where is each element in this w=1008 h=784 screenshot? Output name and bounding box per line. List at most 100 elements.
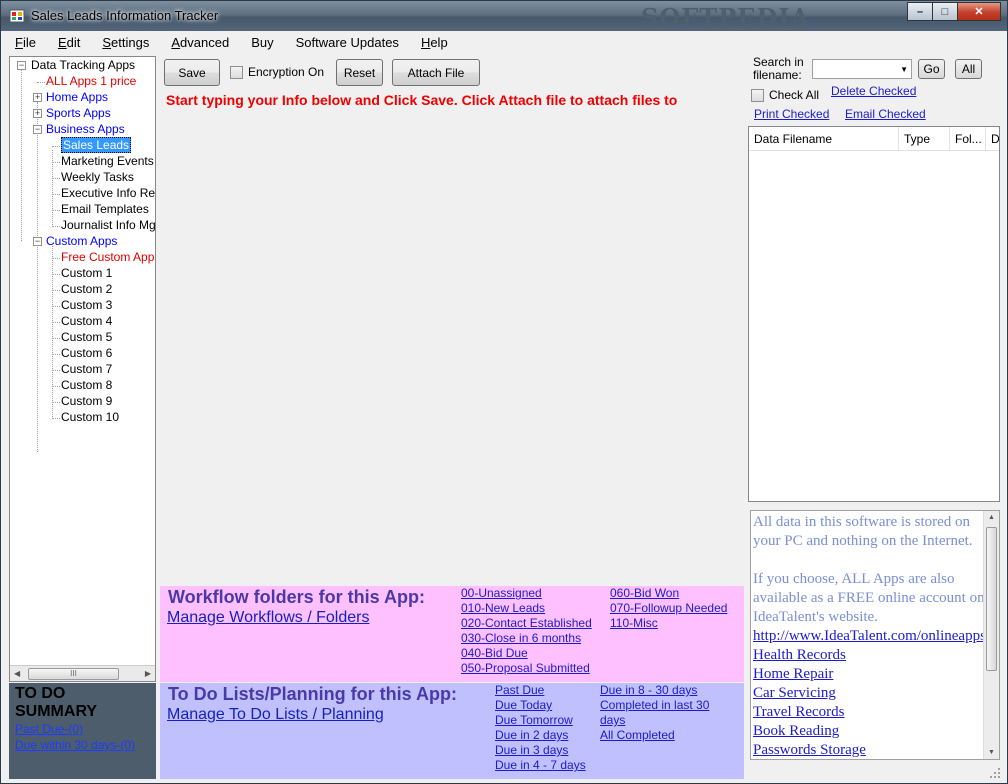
scroll-thumb[interactable]: III [28, 668, 119, 680]
resize-grip-icon[interactable] [989, 767, 1001, 779]
tree-item-business-apps[interactable]: Business Apps [46, 121, 125, 137]
scroll-up-icon[interactable]: ▲ [988, 514, 995, 521]
menu-help[interactable]: Help [408, 32, 457, 54]
print-checked-link[interactable]: Print Checked [754, 107, 829, 121]
tree-item-sales-leads[interactable]: Sales Leads [61, 137, 132, 153]
menu-software-updates[interactable]: Software Updates [283, 32, 408, 54]
menu-advanced[interactable]: Advanced [158, 32, 238, 54]
collapse-icon[interactable]: − [17, 61, 26, 70]
workflow-folder-link[interactable]: 020-Contact Established [461, 616, 592, 631]
collapse-icon[interactable]: − [33, 125, 42, 134]
todo-filter-link[interactable]: Due Today [495, 698, 586, 713]
maximize-button[interactable]: □ [932, 2, 958, 21]
home-repair-link[interactable]: Home Repair [753, 665, 985, 684]
tree-item-custom-10[interactable]: Custom 10 [61, 409, 119, 425]
scroll-right-icon[interactable]: ▶ [145, 669, 151, 678]
todo-filter-link[interactable]: days [600, 713, 709, 728]
save-button[interactable]: Save [164, 59, 220, 86]
menu-file[interactable]: File [2, 32, 45, 54]
tree-item-custom-apps[interactable]: Custom Apps [46, 233, 117, 249]
todo-filter-link[interactable]: Past Due [495, 683, 586, 698]
collapse-icon[interactable]: − [33, 237, 42, 246]
todo-filter-link[interactable]: Due in 2 days [495, 728, 586, 743]
column-type[interactable]: Type [899, 127, 950, 151]
todo-filter-link[interactable]: Due Tomorrow [495, 713, 586, 728]
tree-item-custom-3[interactable]: Custom 3 [61, 297, 112, 313]
scroll-left-icon[interactable]: ◀ [14, 669, 20, 678]
tree-item-custom-4[interactable]: Custom 4 [61, 313, 112, 329]
search-filename-combo[interactable]: ▼ [812, 59, 912, 79]
menu-settings[interactable]: Settings [89, 32, 158, 54]
todo-summary-panel: TO DO SUMMARY Past Due-(0) Due within 30… [9, 683, 156, 779]
manage-todo-lists-link[interactable]: Manage To Do Lists / Planning [167, 706, 384, 724]
tree-item-marketing-events[interactable]: Marketing Events [61, 153, 154, 169]
delete-checked-link[interactable]: Delete Checked [831, 84, 916, 98]
todo-filter-link[interactable]: All Completed [600, 728, 709, 743]
past-due-link[interactable]: Past Due-(0) [15, 721, 150, 737]
tree-horizontal-scrollbar[interactable]: ◀ III ▶ [10, 665, 155, 681]
workflow-folder-link[interactable]: 060-Bid Won [610, 586, 727, 601]
workflow-folders-col2: 060-Bid Won 070-Followup Needed 110-Misc [610, 586, 727, 631]
workflow-folder-link[interactable]: 050-Proposal Submitted [461, 661, 592, 676]
tree-item-custom-5[interactable]: Custom 5 [61, 329, 112, 345]
workflow-folder-link[interactable]: 010-New Leads [461, 601, 592, 616]
todo-filter-link[interactable]: Completed in last 30 [600, 698, 709, 713]
travel-records-link[interactable]: Travel Records [753, 703, 985, 722]
todo-filter-link[interactable]: Due in 8 - 30 days [600, 683, 709, 698]
encryption-checkbox[interactable] [230, 66, 243, 79]
expand-icon[interactable]: + [33, 109, 42, 118]
chevron-down-icon[interactable]: ▼ [900, 65, 908, 74]
data-file-list[interactable]: Data Filename Type Fol... Da [748, 126, 1000, 502]
attach-file-button[interactable]: Attach File [392, 59, 480, 86]
book-reading-link[interactable]: Book Reading [753, 722, 985, 741]
scroll-down-icon[interactable]: ▼ [988, 749, 995, 756]
minimize-button[interactable]: – [907, 2, 933, 21]
encryption-label: Encryption On [248, 65, 325, 79]
workflow-folder-link[interactable]: 030-Close in 6 months [461, 631, 592, 646]
go-button[interactable]: Go [918, 59, 945, 79]
todo-filter-link[interactable]: Due in 4 - 7 days [495, 758, 586, 773]
all-button[interactable]: All [955, 59, 982, 79]
email-checked-link[interactable]: Email Checked [845, 107, 926, 121]
tree-item-email-templates[interactable]: Email Templates [61, 201, 149, 217]
expand-icon[interactable]: + [33, 93, 42, 102]
tree-item-sports-apps[interactable]: Sports Apps [46, 105, 111, 121]
workflow-folder-link[interactable]: 110-Misc [610, 616, 727, 631]
manage-workflows-link[interactable]: Manage Workflows / Folders [167, 609, 369, 627]
tree-item-custom-7[interactable]: Custom 7 [61, 361, 112, 377]
tree-item-home-apps[interactable]: Home Apps [46, 89, 108, 105]
health-records-link[interactable]: Health Records [753, 646, 985, 665]
tree-item-custom-6[interactable]: Custom 6 [61, 345, 112, 361]
column-folder[interactable]: Fol... [950, 127, 986, 151]
menu-edit[interactable]: Edit [45, 32, 89, 54]
info-vertical-scrollbar[interactable]: ▲ ▼ [983, 511, 999, 759]
car-servicing-link[interactable]: Car Servicing [753, 684, 985, 703]
close-button[interactable]: ✕ [957, 2, 1001, 21]
tree-item-journalist-info[interactable]: Journalist Info Mgmt [61, 217, 155, 233]
editor-area[interactable]: Save Encryption On Reset Attach File Sta… [159, 56, 745, 586]
passwords-storage-link[interactable]: Passwords Storage [753, 741, 985, 759]
workflow-folder-link[interactable]: 040-Bid Due [461, 646, 592, 661]
tree-item-executive-info[interactable]: Executive Info Reco [61, 185, 155, 201]
tree-item-data-tracking-apps[interactable]: Data Tracking Apps [31, 57, 135, 73]
tree-item-free-custom-apps[interactable]: Free Custom Apps - [61, 249, 155, 265]
tree-item-custom-1[interactable]: Custom 1 [61, 265, 112, 281]
menu-buy[interactable]: Buy [238, 32, 282, 54]
scroll-thumb[interactable] [986, 527, 997, 671]
column-data-filename[interactable]: Data Filename [749, 127, 899, 151]
tree-item-custom-2[interactable]: Custom 2 [61, 281, 112, 297]
tree-item-custom-9[interactable]: Custom 9 [61, 393, 112, 409]
online-apps-link[interactable]: http://www.IdeaTalent.com/onlineapps [753, 627, 986, 646]
workflow-folder-link[interactable]: 00-Unassigned [461, 586, 592, 601]
column-date[interactable]: Da [986, 127, 999, 151]
app-tree[interactable]: − Data Tracking Apps ALL Apps 1 price + … [9, 56, 156, 682]
reset-button[interactable]: Reset [336, 59, 383, 86]
tree-item-custom-8[interactable]: Custom 8 [61, 377, 112, 393]
tree-item-weekly-tasks[interactable]: Weekly Tasks [61, 169, 134, 185]
todo-filter-link[interactable]: Due in 3 days [495, 743, 586, 758]
tree-item-all-apps[interactable]: ALL Apps 1 price [46, 73, 136, 89]
check-all-checkbox[interactable] [751, 89, 764, 102]
due-30-days-link[interactable]: Due within 30 days-(0) [15, 737, 150, 753]
workflow-folder-link[interactable]: 070-Followup Needed [610, 601, 727, 616]
title-bar[interactable]: Sales Leads Information Tracker SOFTPEDI… [1, 1, 1007, 32]
